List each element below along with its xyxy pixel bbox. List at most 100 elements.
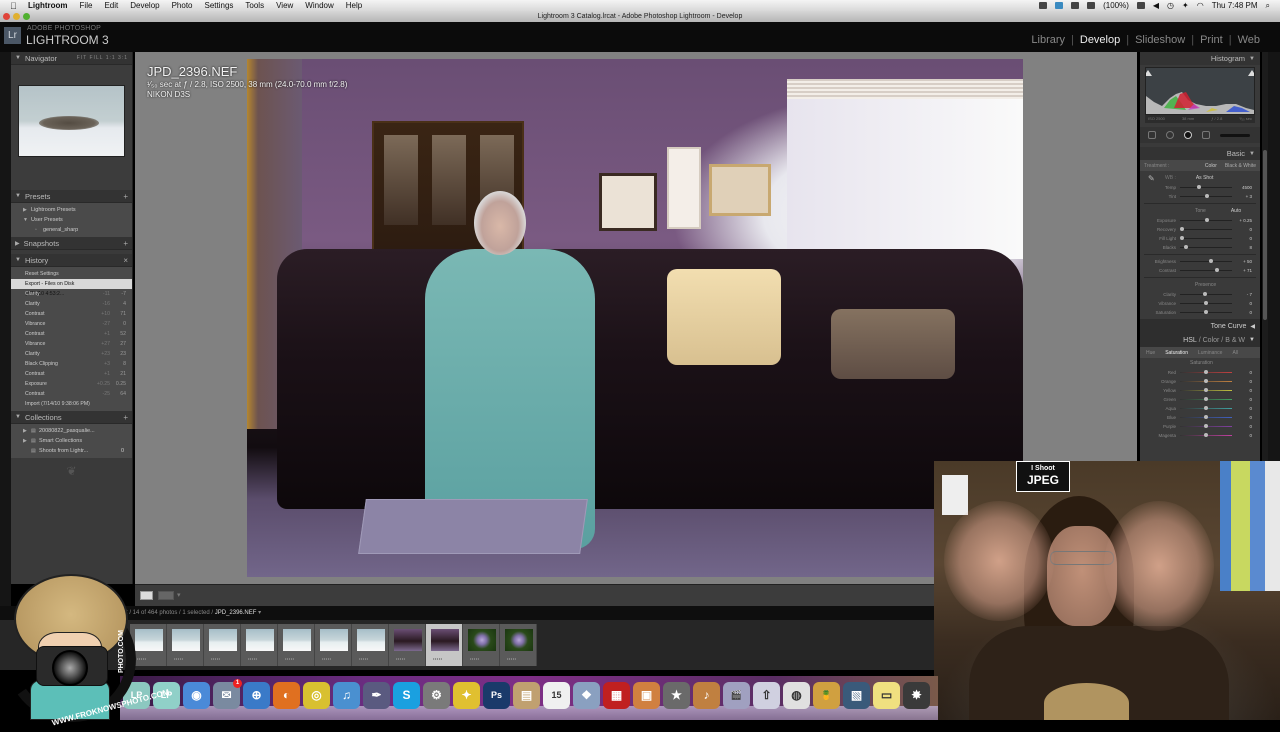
- zoom-button[interactable]: [23, 13, 30, 20]
- slider-track[interactable]: [1180, 406, 1232, 410]
- dock-twitter-bird-icon[interactable]: ✦: [453, 682, 480, 709]
- slider-value[interactable]: 8: [1232, 245, 1252, 250]
- filmstrip-thumbnail[interactable]: •••••: [204, 624, 241, 666]
- history-item[interactable]: Contrast +1 21: [11, 369, 132, 379]
- hsl-tab-saturation[interactable]: Saturation: [1165, 350, 1188, 356]
- slider-handle[interactable]: [1204, 424, 1208, 428]
- dock-finalcut-icon[interactable]: ▧: [843, 682, 870, 709]
- slider-track[interactable]: [1180, 227, 1232, 231]
- dock-firefox-icon[interactable]: ◐: [273, 682, 300, 709]
- right-panel-edge[interactable]: [1268, 52, 1280, 462]
- preset-item[interactable]: ▼ User Presets: [11, 215, 132, 225]
- menu-view[interactable]: View: [276, 1, 293, 10]
- history-item[interactable]: Clarity +23 23: [11, 349, 132, 359]
- dock-photoshop-icon[interactable]: Ps: [483, 682, 510, 709]
- slider-track[interactable]: [1180, 268, 1232, 272]
- slider-value[interactable]: 0: [1232, 236, 1252, 241]
- dock-ichat-icon[interactable]: ◉: [183, 682, 210, 709]
- slider-track[interactable]: [1180, 194, 1232, 198]
- slider-value[interactable]: 0: [1232, 310, 1252, 315]
- slider-handle[interactable]: [1204, 310, 1208, 314]
- treatment-bw[interactable]: Black & White: [1225, 163, 1256, 169]
- slider-value[interactable]: 0: [1232, 370, 1252, 375]
- module-library[interactable]: Library: [1027, 34, 1069, 46]
- slider-handle[interactable]: [1180, 227, 1184, 231]
- add-collection-icon[interactable]: +: [123, 413, 128, 422]
- slider-handle[interactable]: [1204, 433, 1208, 437]
- collection-item[interactable]: ▶ ▤ 20080822_pasqualie...: [11, 426, 132, 436]
- clock[interactable]: Thu 7:48 PM: [1212, 1, 1258, 10]
- dock-garageband-icon[interactable]: ♪: [693, 682, 720, 709]
- module-slideshow[interactable]: Slideshow: [1131, 34, 1189, 46]
- slider-handle[interactable]: [1196, 185, 1201, 189]
- before-after-button[interactable]: [158, 591, 174, 600]
- slider-handle[interactable]: [1204, 415, 1208, 419]
- slider-handle[interactable]: [1202, 292, 1207, 296]
- navigator-thumbnail[interactable]: [18, 85, 125, 157]
- preset-item[interactable]: ▶ Lightroom Presets: [11, 205, 132, 215]
- module-print[interactable]: Print: [1196, 34, 1227, 46]
- slider-track[interactable]: [1180, 433, 1232, 437]
- menu-edit[interactable]: Edit: [104, 1, 118, 10]
- navigator-preview[interactable]: [11, 65, 132, 190]
- module-develop[interactable]: Develop: [1076, 34, 1124, 46]
- module-web[interactable]: Web: [1234, 34, 1264, 46]
- navigator-header[interactable]: ▼ Navigator FIT FILL 1:1 3:1: [11, 52, 132, 65]
- slider-track[interactable]: [1180, 388, 1232, 392]
- slider-track[interactable]: [1180, 292, 1232, 296]
- menu-photo[interactable]: Photo: [172, 1, 193, 10]
- presets-header[interactable]: ▼ Presets +: [11, 190, 132, 203]
- filmstrip-thumbnail[interactable]: •••••: [463, 624, 500, 666]
- auto-tone-button[interactable]: Auto: [1231, 208, 1241, 214]
- dock-skype-icon[interactable]: S: [393, 682, 420, 709]
- filmstrip-thumbnail[interactable]: •••••: [426, 624, 463, 666]
- filmstrip-thumbnail[interactable]: •••••: [241, 624, 278, 666]
- slider-handle[interactable]: [1204, 370, 1208, 374]
- history-item[interactable]: Contrast +10 71: [11, 309, 132, 319]
- slider-value[interactable]: + 50: [1232, 259, 1252, 264]
- slider-handle[interactable]: [1180, 236, 1184, 240]
- toolbar-menu-icon[interactable]: ▾: [177, 591, 181, 599]
- main-photo[interactable]: [247, 59, 1023, 577]
- slider-value[interactable]: 0: [1232, 379, 1252, 384]
- slider-handle[interactable]: [1208, 259, 1213, 263]
- filmstrip-source-path[interactable]: t / 14 of 464 photos / 1 selected / JPD_…: [126, 606, 261, 620]
- dock-safari-icon[interactable]: ⊕: [243, 682, 270, 709]
- hsl-tab-luminance[interactable]: Luminance: [1198, 350, 1222, 356]
- slider-value[interactable]: 0: [1232, 406, 1252, 411]
- screen-icon[interactable]: [1039, 2, 1048, 9]
- slider-value[interactable]: 0: [1232, 433, 1252, 438]
- history-item[interactable]: Contrast -25 64: [11, 389, 132, 399]
- evernote-icon[interactable]: [1071, 2, 1080, 9]
- slider-handle[interactable]: [1204, 301, 1208, 305]
- close-button[interactable]: [3, 13, 10, 20]
- slider-track[interactable]: [1180, 397, 1232, 401]
- volume-icon[interactable]: ◀: [1153, 1, 1159, 10]
- history-item[interactable]: Vibrance +27 27: [11, 339, 132, 349]
- slider-track[interactable]: [1180, 310, 1232, 314]
- graduated-filter-icon[interactable]: [1202, 131, 1210, 139]
- battery-icon[interactable]: [1087, 2, 1096, 9]
- wb-preset-select[interactable]: As Shot: [1196, 175, 1214, 181]
- slider-value[interactable]: + 3: [1232, 194, 1252, 199]
- bluetooth-icon[interactable]: ✦: [1182, 1, 1189, 10]
- hsl-title[interactable]: HSL: [1183, 337, 1197, 344]
- slider-value[interactable]: + 71: [1232, 268, 1252, 273]
- filmstrip-thumbnail[interactable]: •••••: [167, 624, 204, 666]
- dock-utility-icon[interactable]: ⚙: [423, 682, 450, 709]
- hsl-tab-hue[interactable]: Hue: [1146, 350, 1155, 356]
- dock-dvd-icon[interactable]: ▦: [603, 682, 630, 709]
- slider-handle[interactable]: [1204, 388, 1208, 392]
- collection-item[interactable]: ▤ Shoots from Lightr... 0: [11, 446, 132, 456]
- slider-track[interactable]: [1180, 424, 1232, 428]
- slider-track[interactable]: [1180, 415, 1232, 419]
- slider-track[interactable]: [1180, 236, 1232, 240]
- basic-header[interactable]: Basic ▼: [1140, 147, 1260, 160]
- slider-track[interactable]: [1180, 218, 1232, 222]
- tone-curve-header[interactable]: Tone Curve ◀: [1140, 319, 1260, 333]
- bw-title[interactable]: B & W: [1225, 337, 1245, 344]
- dock-cocktail-icon[interactable]: 🍍: [813, 682, 840, 709]
- slider-track[interactable]: [1180, 301, 1232, 305]
- slider-handle[interactable]: [1204, 194, 1209, 198]
- slider-value[interactable]: 0: [1232, 227, 1252, 232]
